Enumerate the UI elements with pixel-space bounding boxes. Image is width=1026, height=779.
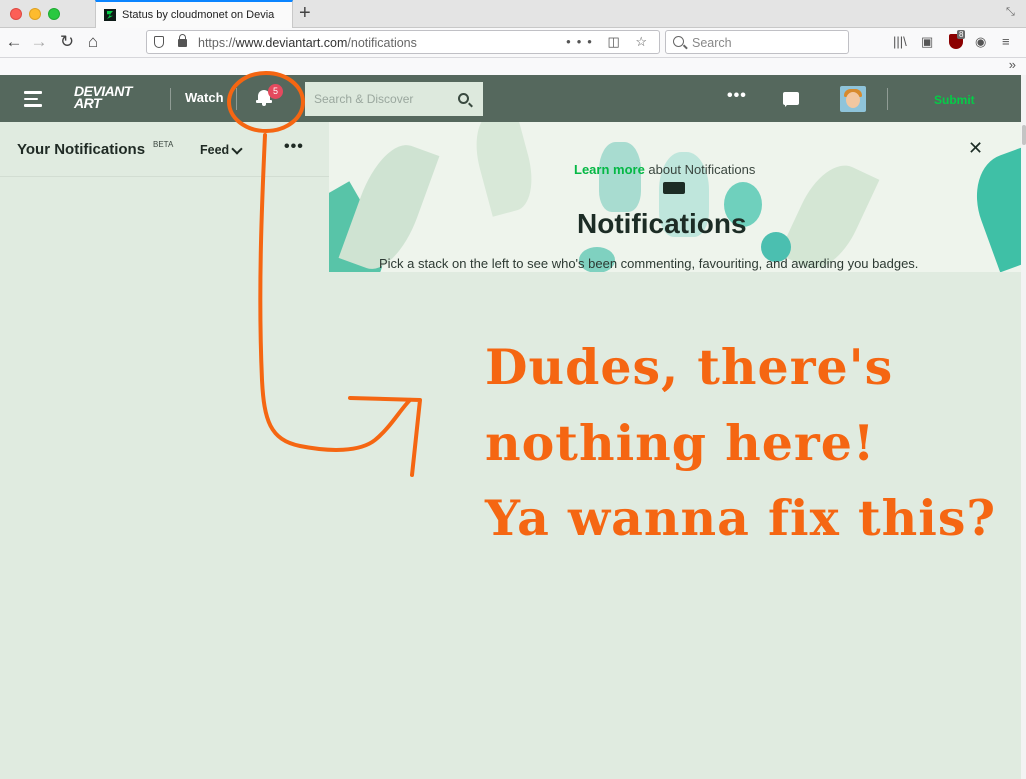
deviantart-logo[interactable]: DEVIANT ART <box>74 84 132 110</box>
library-icon[interactable]: |||\ <box>893 34 907 49</box>
browser-nav-bar: ← → ↻ ⌂ https://www.deviantart.com/notif… <box>0 28 1026 58</box>
chevron-down-icon[interactable] <box>231 143 243 155</box>
header-divider <box>887 88 888 110</box>
bookmarks-bar: » <box>0 57 1026 75</box>
submit-button[interactable]: Submit <box>934 93 975 107</box>
leaf-decoration <box>466 122 542 217</box>
url-text[interactable]: https://www.deviantart.com/notifications <box>198 36 417 50</box>
menu-icon[interactable]: ≡ <box>1002 34 1010 49</box>
url-bar[interactable]: https://www.deviantart.com/notifications… <box>146 30 660 54</box>
forward-arrow-icon[interactable]: → <box>28 32 50 52</box>
lock-icon[interactable] <box>178 34 187 47</box>
site-search-input[interactable]: Search & Discover <box>305 82 483 116</box>
window-minimize-button[interactable] <box>29 8 41 20</box>
home-icon[interactable]: ⌂ <box>82 32 104 52</box>
deviantart-favicon-icon <box>104 9 116 21</box>
banner-subtext: Pick a stack on the left to see who's be… <box>379 256 919 271</box>
window-close-button[interactable] <box>10 8 22 20</box>
window-maximize-button[interactable] <box>48 8 60 20</box>
leaf-decoration <box>778 154 880 272</box>
url-path: /notifications <box>347 36 417 50</box>
leaf-decoration <box>962 141 1021 272</box>
watch-link[interactable]: Watch <box>185 90 224 105</box>
browser-search-placeholder: Search <box>692 36 732 50</box>
ublock-count-badge: 8 <box>957 30 966 39</box>
browser-search-box[interactable]: Search <box>665 30 849 54</box>
feed-dropdown[interactable]: Feed <box>200 143 229 157</box>
user-avatar[interactable] <box>840 86 866 112</box>
header-more-button[interactable]: ••• <box>727 87 747 105</box>
annotation-line-3: Ya wanna fix this? <box>485 489 997 547</box>
chevron-overflow-icon[interactable]: » <box>1009 57 1016 72</box>
new-tab-plus-icon[interactable]: + <box>299 3 311 23</box>
annotation-line-2: nothing here! <box>485 414 876 472</box>
close-icon[interactable]: ✕ <box>968 139 983 157</box>
fullscreen-icon[interactable]: ⤡ <box>1006 6 1018 18</box>
page-scrollbar[interactable] <box>1021 75 1026 779</box>
panel-more-button[interactable]: ••• <box>284 138 304 156</box>
keyboard-icon <box>663 182 685 194</box>
browser-tab-bar: Status by cloudmonet on Devia + ⤡ <box>0 0 1026 28</box>
browser-tab-active[interactable]: Status by cloudmonet on Devia <box>95 0 293 28</box>
search-icon[interactable] <box>458 93 469 104</box>
site-header: DEVIANT ART Watch 5 Search & Discover •••… <box>0 75 1021 122</box>
screen: Status by cloudmonet on Devia + ⤡ ← → ↻ … <box>0 0 1026 779</box>
search-icon <box>673 36 684 47</box>
banner-heading: Notifications <box>577 208 747 239</box>
page-title: Your Notifications <box>17 141 146 158</box>
notifications-panel-header: Your Notifications BETA Feed ••• <box>0 122 329 177</box>
mascot-illustration <box>599 142 641 212</box>
notification-count-badge: 5 <box>268 84 283 99</box>
learn-more-text: Learn more about Notifications <box>574 162 755 177</box>
tracking-shield-icon[interactable] <box>154 36 164 48</box>
sidebar-icon[interactable]: ▣ <box>921 34 933 50</box>
back-arrow-icon[interactable]: ← <box>3 32 25 52</box>
site-search-placeholder: Search & Discover <box>314 92 414 106</box>
page-actions-icon[interactable]: ••• ◫ ☆ <box>566 34 653 50</box>
header-divider <box>236 88 237 110</box>
chat-icon[interactable] <box>783 92 799 107</box>
tab-title: Status by cloudmonet on Devia <box>122 9 275 21</box>
url-host: www.deviantart.com <box>235 36 348 50</box>
header-divider <box>170 88 171 110</box>
learn-more-suffix: about Notifications <box>644 162 756 177</box>
account-icon[interactable]: ◉ <box>975 34 986 50</box>
hamburger-menu-icon[interactable] <box>24 91 42 107</box>
annotation-line-1: Dudes, there's <box>485 338 894 396</box>
notifications-banner: Learn more about Notifications Notificat… <box>329 122 1021 272</box>
url-scheme: https:// <box>198 36 236 50</box>
learn-more-link[interactable]: Learn more <box>574 162 645 177</box>
reload-icon[interactable]: ↻ <box>56 32 78 52</box>
beta-label: BETA <box>153 140 174 149</box>
